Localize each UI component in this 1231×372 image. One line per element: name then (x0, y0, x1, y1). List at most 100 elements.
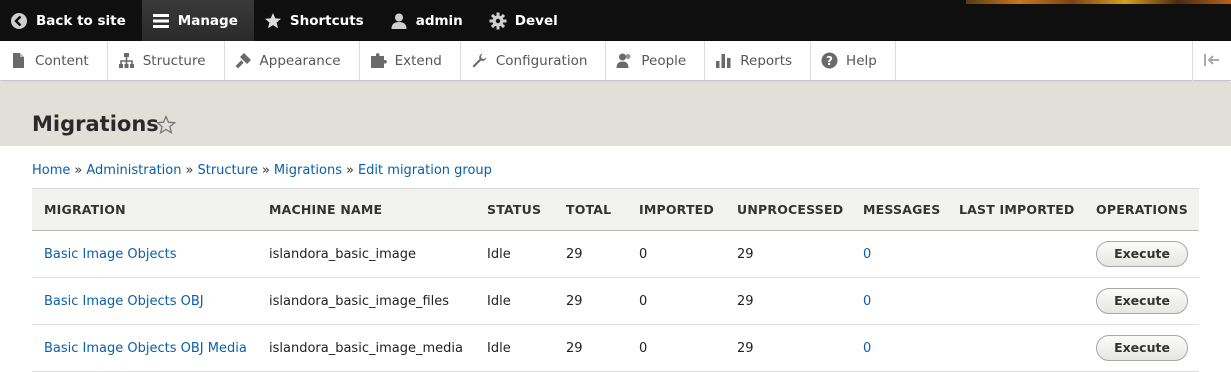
migration-link[interactable]: Basic Image Objects OBJ (44, 294, 204, 309)
user-label: admin (415, 12, 463, 29)
tray-item-label: Configuration (495, 52, 588, 69)
last-imported-cell (947, 325, 1084, 372)
machine-name-cell: islandora_basic_image (269, 246, 416, 262)
last-imported-cell (947, 231, 1084, 278)
unprocessed-cell: 29 (737, 246, 754, 262)
execute-button[interactable]: Execute (1096, 335, 1188, 361)
breadcrumb-migrations[interactable]: Migrations (274, 163, 342, 178)
messages-cell: 0 (851, 325, 947, 372)
migration-link[interactable]: Basic Image Objects (44, 247, 177, 262)
breadcrumb-separator: » (261, 163, 270, 178)
total-cell: 29 (566, 340, 583, 356)
breadcrumb-home[interactable]: Home (32, 163, 70, 178)
shortcuts-tab[interactable]: Shortcuts (254, 0, 380, 41)
execute-button[interactable]: Execute (1096, 288, 1188, 314)
collapse-left-icon (1203, 52, 1221, 71)
migration-cell: Basic Image Objects OBJ Media (32, 325, 257, 372)
back-arrow-icon (10, 12, 28, 30)
people-icon (616, 52, 633, 69)
column-header-machine-name: Machine name (257, 188, 475, 231)
migrations-table: Migration Machine name Status Total Impo… (32, 188, 1199, 372)
star-icon (264, 12, 282, 30)
shortcuts-label: Shortcuts (289, 12, 364, 29)
tray-item-reports[interactable]: Reports (705, 41, 812, 80)
status-cell: Idle (487, 293, 511, 309)
execute-button[interactable]: Execute (1096, 241, 1188, 267)
imported-cell: 0 (639, 293, 648, 309)
content-icon (10, 52, 27, 69)
breadcrumb-structure[interactable]: Structure (197, 163, 257, 178)
breadcrumb-separator: » (74, 163, 83, 178)
operations-cell: Execute (1084, 278, 1199, 325)
imported-cell: 0 (639, 340, 648, 356)
tray-item-appearance[interactable]: Appearance (225, 41, 360, 80)
column-header-status: Status (475, 188, 554, 231)
column-header-unprocessed: Unprocessed (725, 188, 851, 231)
breadcrumb-separator: » (185, 163, 194, 178)
messages-link[interactable]: 0 (863, 341, 871, 356)
back-to-site-link[interactable]: Back to site (0, 0, 142, 41)
status-cell: Idle (487, 246, 511, 262)
operations-cell: Execute (1084, 231, 1199, 278)
table-header-row: Migration Machine name Status Total Impo… (32, 188, 1199, 231)
column-header-imported: Imported (627, 188, 725, 231)
migration-link[interactable]: Basic Image Objects OBJ Media (44, 341, 247, 356)
structure-icon (118, 52, 135, 69)
back-to-site-label: Back to site (36, 12, 126, 29)
tray-orientation-toggle[interactable] (1192, 41, 1231, 81)
messages-link[interactable]: 0 (863, 247, 871, 262)
manage-label: Manage (177, 12, 238, 29)
add-shortcut-star-icon[interactable] (155, 114, 177, 135)
column-header-migration: Migration (32, 188, 257, 231)
help-icon: ? (821, 52, 838, 69)
appearance-icon (235, 52, 252, 69)
tray-item-people[interactable]: People (606, 41, 706, 80)
admin-tray: Content Structure Appearance Extend Conf… (0, 41, 1231, 81)
breadcrumb-edit-migration-group[interactable]: Edit migration group (358, 163, 492, 178)
extend-icon (370, 52, 387, 69)
tray-item-content[interactable]: Content (0, 41, 108, 80)
breadcrumb: Home» Administration» Structure» Migrations… (32, 163, 492, 178)
column-header-messages: Messages (851, 188, 947, 231)
migrations-table-wrapper: Migration Machine name Status Total Impo… (32, 188, 1199, 372)
tray-item-structure[interactable]: Structure (108, 41, 225, 80)
toolbar-decoration (966, 0, 1231, 4)
tray-item-help[interactable]: ? Help (811, 41, 896, 80)
tray-item-label: Help (846, 52, 877, 69)
column-header-operations: Operations (1084, 188, 1199, 231)
gear-icon (489, 12, 507, 30)
column-header-last-imported: Last imported (947, 188, 1084, 231)
migration-cell: Basic Image Objects OBJ (32, 278, 257, 325)
table-row: Basic Image Objects OBJ Media islandora_… (32, 325, 1199, 372)
messages-link[interactable]: 0 (863, 294, 871, 309)
messages-cell: 0 (851, 278, 947, 325)
table-row: Basic Image Objects OBJ islandora_basic_… (32, 278, 1199, 325)
column-header-total: Total (554, 188, 627, 231)
tray-item-label: People (641, 52, 687, 69)
reports-icon (715, 52, 732, 69)
operations-cell: Execute (1084, 325, 1199, 372)
svg-text:?: ? (826, 54, 833, 68)
admin-toolbar: Back to site Manage Shortcuts admin Deve… (0, 0, 1231, 41)
breadcrumb-administration[interactable]: Administration (86, 163, 181, 178)
page-title: Migrations (32, 112, 159, 136)
machine-name-cell: islandora_basic_image_files (269, 293, 450, 309)
manage-tab[interactable]: Manage (141, 0, 254, 41)
tray-item-label: Extend (394, 52, 442, 69)
tray-item-extend[interactable]: Extend (360, 41, 461, 80)
tray-item-configuration[interactable]: Configuration (461, 41, 607, 80)
tray-item-label: Appearance (259, 52, 341, 69)
unprocessed-cell: 29 (737, 293, 754, 309)
imported-cell: 0 (639, 246, 648, 262)
user-icon (390, 12, 408, 30)
devel-label: Devel (514, 12, 558, 29)
unprocessed-cell: 29 (737, 340, 754, 356)
breadcrumb-separator: » (346, 163, 354, 178)
configuration-icon (471, 52, 488, 69)
table-row: Basic Image Objects islandora_basic_imag… (32, 231, 1199, 278)
user-tab[interactable]: admin (380, 0, 479, 41)
devel-tab[interactable]: Devel (479, 0, 574, 41)
messages-cell: 0 (851, 231, 947, 278)
hamburger-icon (152, 12, 170, 30)
total-cell: 29 (566, 246, 583, 262)
